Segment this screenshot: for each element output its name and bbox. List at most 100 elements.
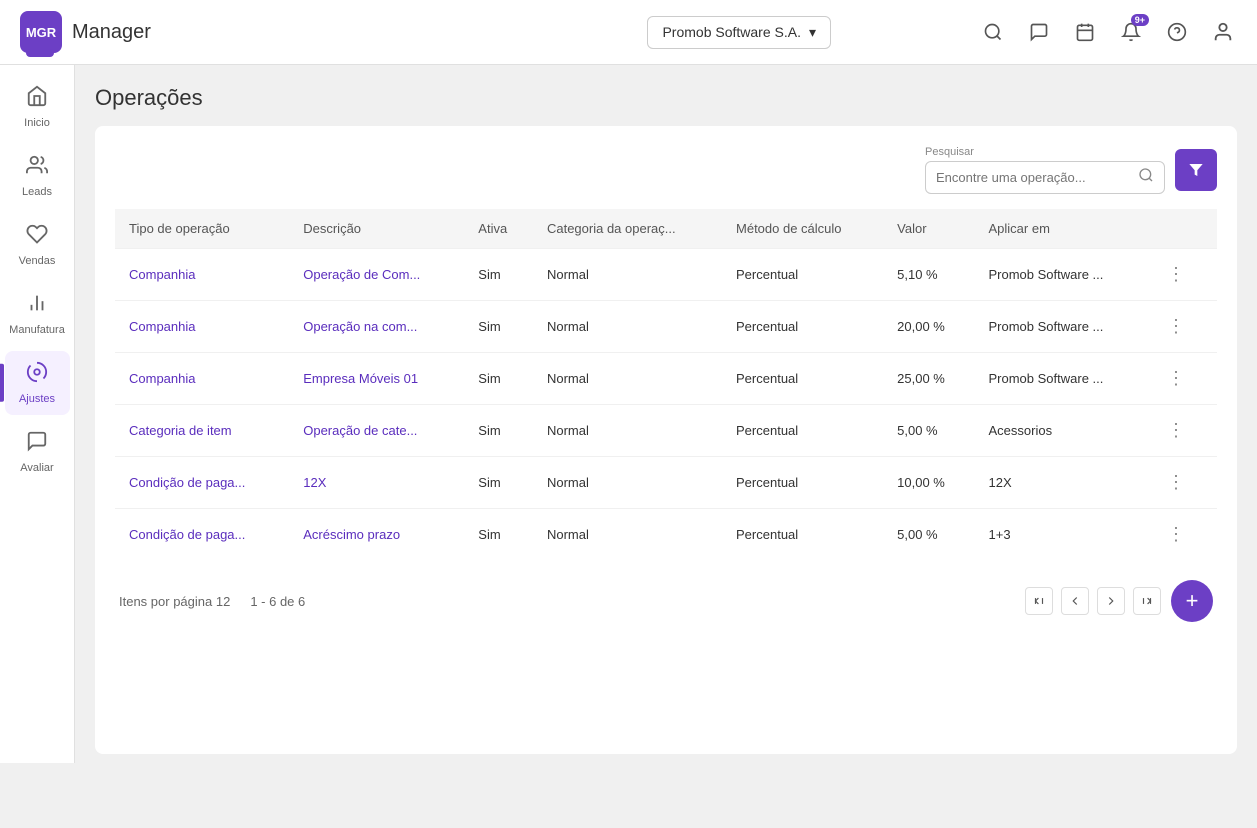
cell-descricao[interactable]: Acréscimo prazo <box>289 509 464 561</box>
cell-valor: 5,00 % <box>883 405 974 457</box>
cell-aplicar: Promob Software ... <box>975 249 1147 301</box>
col-descricao: Descrição <box>289 209 464 249</box>
cell-descricao[interactable]: Empresa Móveis 01 <box>289 353 464 405</box>
search-label: Pesquisar <box>925 146 1165 158</box>
page-title: Operações <box>95 85 1237 111</box>
app-logo: MGR <box>20 11 62 53</box>
table-row: Categoria de item Operação de cate... Si… <box>115 405 1217 457</box>
avaliar-label: Avaliar <box>20 462 53 474</box>
prev-page-button[interactable] <box>1061 587 1089 615</box>
row-more-button[interactable]: ⋮ <box>1161 470 1191 495</box>
cell-tipo[interactable]: Companhia <box>115 301 289 353</box>
col-ativa: Ativa <box>464 209 533 249</box>
search-field-wrapper: Pesquisar <box>925 146 1165 194</box>
items-per-page-label: Itens por página 12 <box>119 594 230 609</box>
cell-tipo[interactable]: Condição de paga... <box>115 509 289 561</box>
search-input-wrapper <box>925 161 1165 194</box>
col-tipo: Tipo de operação <box>115 209 289 249</box>
cell-ativa: Sim <box>464 509 533 561</box>
notification-badge: 9+ <box>1131 14 1149 26</box>
sidebar-item-vendas[interactable]: Vendas <box>5 213 70 277</box>
sidebar-item-manufatura[interactable]: Manufatura <box>5 282 70 346</box>
cell-descricao[interactable]: Operação de cate... <box>289 405 464 457</box>
cell-valor: 10,00 % <box>883 457 974 509</box>
main-content: Operações Pesquisar <box>75 65 1257 774</box>
cell-descricao[interactable]: Operação na com... <box>289 301 464 353</box>
table-row: Companhia Empresa Móveis 01 Sim Normal P… <box>115 353 1217 405</box>
inicio-icon <box>26 85 48 113</box>
col-metodo: Método de cálculo <box>722 209 883 249</box>
cell-actions: ⋮ <box>1147 457 1217 509</box>
cell-ativa: Sim <box>464 405 533 457</box>
company-selector[interactable]: Promob Software S.A. ▾ <box>647 16 831 49</box>
cell-categoria: Normal <box>533 301 722 353</box>
cell-actions: ⋮ <box>1147 509 1217 561</box>
inicio-label: Inicio <box>24 117 50 129</box>
sidebar-item-inicio[interactable]: Inicio <box>5 75 70 139</box>
cell-tipo[interactable]: Companhia <box>115 353 289 405</box>
pagination-right: + <box>1025 580 1213 622</box>
header-center: Promob Software S.A. ▾ <box>500 16 980 49</box>
cell-actions: ⋮ <box>1147 249 1217 301</box>
add-button[interactable]: + <box>1171 580 1213 622</box>
cell-metodo: Percentual <box>722 249 883 301</box>
table-row: Companhia Operação na com... Sim Normal … <box>115 301 1217 353</box>
next-page-button[interactable] <box>1097 587 1125 615</box>
calendar-icon[interactable] <box>1071 18 1099 46</box>
cell-categoria: Normal <box>533 405 722 457</box>
chat-icon[interactable] <box>1025 18 1053 46</box>
cell-metodo: Percentual <box>722 457 883 509</box>
first-page-button[interactable] <box>1025 587 1053 615</box>
filter-button[interactable] <box>1175 149 1217 191</box>
cell-actions: ⋮ <box>1147 301 1217 353</box>
cell-actions: ⋮ <box>1147 405 1217 457</box>
cell-metodo: Percentual <box>722 301 883 353</box>
notification-icon[interactable]: 9+ <box>1117 18 1145 46</box>
cell-aplicar: 12X <box>975 457 1147 509</box>
sidebar-item-avaliar[interactable]: Avaliar <box>5 420 70 484</box>
help-icon[interactable] <box>1163 18 1191 46</box>
pagination-range: 1 - 6 de 6 <box>250 594 305 609</box>
pagination-controls <box>1025 587 1161 615</box>
content-panel: Pesquisar Tipo d <box>95 126 1237 754</box>
cell-descricao[interactable]: Operação de Com... <box>289 249 464 301</box>
cell-valor: 5,10 % <box>883 249 974 301</box>
cell-metodo: Percentual <box>722 509 883 561</box>
user-icon[interactable] <box>1209 18 1237 46</box>
cell-aplicar: Acessorios <box>975 405 1147 457</box>
row-more-button[interactable]: ⋮ <box>1161 314 1191 339</box>
cell-valor: 5,00 % <box>883 509 974 561</box>
table-row: Condição de paga... Acréscimo prazo Sim … <box>115 509 1217 561</box>
cell-aplicar: Promob Software ... <box>975 301 1147 353</box>
search-area: Pesquisar <box>115 146 1217 194</box>
row-more-button[interactable]: ⋮ <box>1161 366 1191 391</box>
pagination: Itens por página 12 1 - 6 de 6 <box>115 580 1217 622</box>
search-input[interactable] <box>936 170 1132 185</box>
col-aplicar: Aplicar em <box>975 209 1147 249</box>
pagination-info: Itens por página 12 1 - 6 de 6 <box>119 594 305 609</box>
company-chevron-icon: ▾ <box>809 24 816 41</box>
cell-tipo[interactable]: Companhia <box>115 249 289 301</box>
last-page-button[interactable] <box>1133 587 1161 615</box>
operations-table: Tipo de operação Descrição Ativa Categor… <box>115 209 1217 560</box>
logo-area: MGR Manager <box>20 11 500 53</box>
cell-tipo[interactable]: Categoria de item <box>115 405 289 457</box>
cell-tipo[interactable]: Condição de paga... <box>115 457 289 509</box>
cell-aplicar: Promob Software ... <box>975 353 1147 405</box>
vendas-icon <box>26 223 48 251</box>
sidebar-item-leads[interactable]: Leads <box>5 144 70 208</box>
vendas-label: Vendas <box>19 255 56 267</box>
company-name: Promob Software S.A. <box>662 24 801 40</box>
cell-ativa: Sim <box>464 353 533 405</box>
ajustes-label: Ajustes <box>19 393 55 405</box>
row-more-button[interactable]: ⋮ <box>1161 522 1191 547</box>
sidebar-item-ajustes[interactable]: Ajustes <box>5 351 70 415</box>
leads-icon <box>26 154 48 182</box>
col-actions <box>1147 209 1217 249</box>
ajustes-icon <box>26 361 48 389</box>
cell-descricao[interactable]: 12X <box>289 457 464 509</box>
search-icon[interactable] <box>979 18 1007 46</box>
row-more-button[interactable]: ⋮ <box>1161 418 1191 443</box>
row-more-button[interactable]: ⋮ <box>1161 262 1191 287</box>
leads-label: Leads <box>22 186 52 198</box>
